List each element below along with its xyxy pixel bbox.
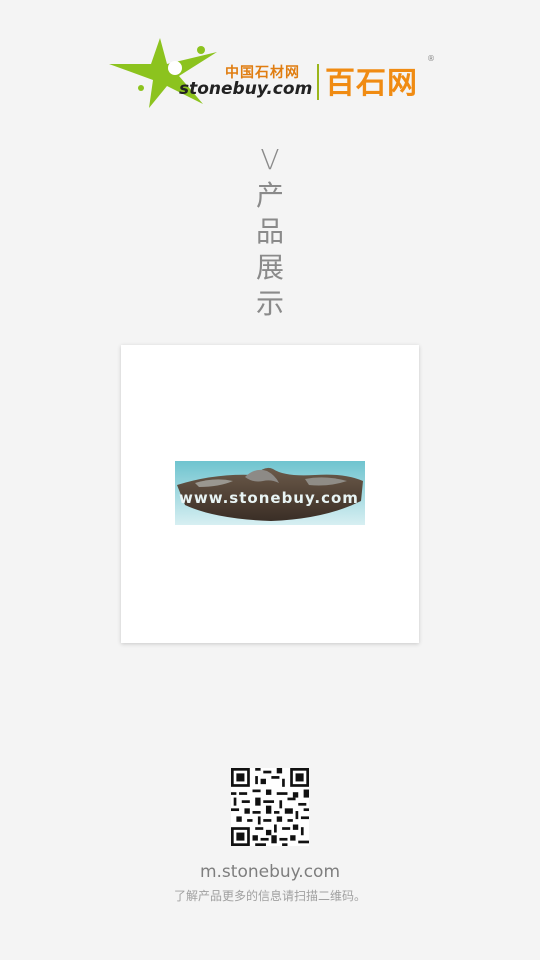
scan-hint: 了解产品更多的信息请扫描二维码。 — [173, 889, 366, 903]
section-title-char: V — [260, 143, 280, 176]
product-card[interactable]: www.stonebuy.com — [121, 345, 419, 643]
mobile-site-url[interactable]: m.stonebuy.com — [0, 862, 540, 882]
section-title-char: 品 — [255, 215, 284, 248]
section-title: V 产 品 展 示 — [250, 142, 290, 322]
logo-domain: stonebuy.com — [179, 79, 313, 99]
section-title-char: 产 — [255, 179, 284, 212]
logo-brand: 百石网 — [325, 66, 418, 101]
registered-mark: ® — [427, 54, 435, 63]
qr-code-icon[interactable] — [231, 768, 309, 846]
stonebuy-logo: 中国石材网 stonebuy.com 百石网 ® — [105, 34, 440, 112]
logo-divider — [317, 64, 319, 100]
star-logo-icon — [109, 38, 217, 108]
product-image[interactable]: www.stonebuy.com — [175, 461, 365, 525]
image-watermark: www.stonebuy.com — [179, 489, 359, 507]
section-title-char: 展 — [255, 251, 284, 284]
section-title-char: 示 — [255, 287, 284, 320]
